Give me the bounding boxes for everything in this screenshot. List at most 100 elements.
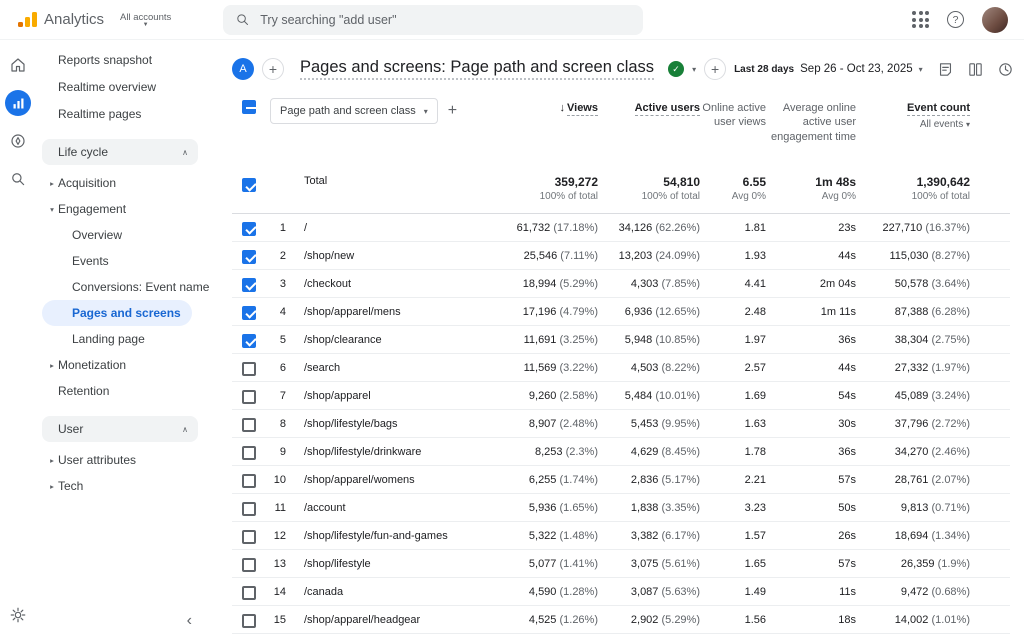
note-icon[interactable] bbox=[937, 61, 954, 78]
row-index: 5 bbox=[266, 334, 292, 346]
event-count-cell: 227,710 (16.37%) bbox=[856, 222, 970, 234]
dimension-selector[interactable]: Page path and screen class ▾ bbox=[270, 98, 438, 124]
icon-rail bbox=[0, 40, 36, 640]
views-cell: 11,691 (3.25%) bbox=[492, 334, 598, 346]
advertising-icon[interactable] bbox=[5, 166, 31, 192]
sidebar-item-acquisition[interactable]: ▸Acquisition bbox=[36, 170, 204, 196]
col-header-event-count[interactable]: Event count All events ▾ bbox=[907, 98, 970, 131]
active-users-cell: 4,629 (8.45%) bbox=[598, 446, 700, 458]
sidebar-item-conversions-event-name[interactable]: Conversions: Event name bbox=[36, 274, 204, 300]
active-users-cell: 6,936 (12.65%) bbox=[598, 306, 700, 318]
explore-icon[interactable] bbox=[5, 128, 31, 154]
row-checkbox[interactable] bbox=[242, 362, 256, 376]
all-users-comparison-chip[interactable]: A bbox=[232, 58, 254, 80]
sidebar-item-pages-and-screens[interactable]: Pages and screens bbox=[42, 300, 192, 326]
row-index: 11 bbox=[266, 502, 292, 514]
sidebar-item-overview[interactable]: Overview bbox=[36, 222, 204, 248]
nav-section-user[interactable]: User∧ bbox=[42, 416, 198, 442]
event-count-cell: 18,694 (1.34%) bbox=[856, 530, 970, 542]
row-checkbox[interactable] bbox=[242, 306, 256, 320]
add-chart-button[interactable]: + bbox=[704, 58, 726, 80]
online-views-cell: 1.93 bbox=[700, 250, 766, 262]
row-checkbox[interactable] bbox=[242, 278, 256, 292]
active-users-cell: 34,126 (62.26%) bbox=[598, 222, 700, 234]
sidebar-item-realtime-pages[interactable]: Realtime pages bbox=[36, 100, 204, 127]
help-icon[interactable]: ? bbox=[947, 11, 964, 28]
row-checkbox[interactable] bbox=[242, 418, 256, 432]
row-checkbox[interactable] bbox=[242, 558, 256, 572]
row-checkbox[interactable] bbox=[242, 614, 256, 628]
row-checkbox[interactable] bbox=[242, 586, 256, 600]
saved-check-icon: ✓ bbox=[668, 61, 684, 77]
report-title[interactable]: Pages and screens: Page path and screen … bbox=[300, 58, 654, 80]
online-views-cell: 2.57 bbox=[700, 362, 766, 374]
compare-icon[interactable] bbox=[967, 61, 984, 78]
table-row: 9/shop/lifestyle/drinkware8,253 (2.3%)4,… bbox=[232, 438, 1010, 466]
sidebar-item-tech[interactable]: ▸Tech bbox=[36, 473, 204, 499]
chevron-right-icon: ▸ bbox=[46, 179, 58, 188]
total-row-checkbox[interactable] bbox=[242, 178, 256, 192]
row-checkbox[interactable] bbox=[242, 222, 256, 236]
online-views-cell: 1.97 bbox=[700, 334, 766, 346]
row-checkbox[interactable] bbox=[242, 446, 256, 460]
home-icon[interactable] bbox=[5, 52, 31, 78]
row-index: 13 bbox=[266, 558, 292, 570]
row-checkbox[interactable] bbox=[242, 250, 256, 264]
admin-gear-icon[interactable] bbox=[5, 602, 31, 628]
reports-icon[interactable] bbox=[5, 90, 31, 116]
col-header-avg-engagement-time[interactable]: Average online active user engagement ti… bbox=[766, 98, 856, 144]
row-checkbox[interactable] bbox=[242, 334, 256, 348]
date-range-picker[interactable]: Last 28 days Sep 26 - Oct 23, 2025 ▾ bbox=[734, 63, 923, 75]
reports-sidenav: Reports snapshotRealtime overviewRealtim… bbox=[36, 40, 204, 640]
row-checkbox[interactable] bbox=[242, 502, 256, 516]
sidebar-item-retention[interactable]: Retention bbox=[36, 378, 204, 404]
sidebar-item-monetization[interactable]: ▸Monetization bbox=[36, 352, 204, 378]
page-path-cell: / bbox=[292, 222, 492, 234]
nav-section-life-cycle[interactable]: Life cycle∧ bbox=[42, 139, 198, 165]
engagement-time-cell: 54s bbox=[766, 390, 856, 402]
online-views-cell: 1.56 bbox=[700, 614, 766, 626]
row-index: 9 bbox=[266, 446, 292, 458]
engagement-time-cell: 18s bbox=[766, 614, 856, 626]
col-header-online-active-user-views[interactable]: Online active user views bbox=[700, 98, 766, 130]
active-users-cell: 1,838 (3.35%) bbox=[598, 502, 700, 514]
chevron-right-icon: ▸ bbox=[46, 361, 58, 370]
table-row: 3/checkout18,994 (5.29%)4,303 (7.85%)4.4… bbox=[232, 270, 1010, 298]
sidebar-item-engagement[interactable]: ▾Engagement bbox=[36, 196, 204, 222]
row-checkbox[interactable] bbox=[242, 530, 256, 544]
col-header-views[interactable]: ↓Views bbox=[560, 98, 599, 115]
sidebar-item-user-attributes[interactable]: ▸User attributes bbox=[36, 447, 204, 473]
clock-icon[interactable] bbox=[997, 61, 1014, 78]
active-users-cell: 3,087 (5.63%) bbox=[598, 586, 700, 598]
sidebar-item-reports-snapshot[interactable]: Reports snapshot bbox=[36, 46, 204, 73]
row-index: 6 bbox=[266, 362, 292, 374]
page-path-cell: /shop/apparel/womens bbox=[292, 474, 492, 486]
add-comparison-button[interactable]: + bbox=[262, 58, 284, 80]
row-index: 7 bbox=[266, 390, 292, 402]
event-count-cell: 9,813 (0.71%) bbox=[856, 502, 970, 514]
title-chevron-down-icon[interactable]: ▾ bbox=[692, 65, 696, 74]
total-views-cell: 359,272100% of total bbox=[492, 175, 598, 202]
row-checkbox[interactable] bbox=[242, 390, 256, 404]
row-index: 15 bbox=[266, 614, 292, 626]
sidebar-item-events[interactable]: Events bbox=[36, 248, 204, 274]
add-dimension-button[interactable]: + bbox=[448, 102, 457, 120]
select-all-checkbox[interactable] bbox=[242, 100, 256, 114]
search-input[interactable]: Try searching "add user" bbox=[223, 5, 643, 35]
event-type-selector[interactable]: All events ▾ bbox=[907, 118, 970, 131]
table-row: 5/shop/clearance11,691 (3.25%)5,948 (10.… bbox=[232, 326, 1010, 354]
sidebar-item-landing-page[interactable]: Landing page bbox=[36, 326, 204, 352]
sidebar-item-realtime-overview[interactable]: Realtime overview bbox=[36, 73, 204, 100]
row-checkbox[interactable] bbox=[242, 474, 256, 488]
table-row: 1/61,732 (17.18%)34,126 (62.26%)1.8123s2… bbox=[232, 214, 1010, 242]
engagement-time-cell: 30s bbox=[766, 418, 856, 430]
engagement-time-cell: 50s bbox=[766, 502, 856, 514]
apps-grid-icon[interactable] bbox=[912, 11, 929, 28]
chevron-right-icon: ▸ bbox=[46, 482, 58, 491]
col-header-active-users[interactable]: Active users bbox=[635, 98, 700, 115]
collapse-nav-button[interactable]: ‹ bbox=[187, 612, 192, 630]
engagement-time-cell: 36s bbox=[766, 334, 856, 346]
user-avatar[interactable] bbox=[982, 7, 1008, 33]
account-switcher[interactable]: All accounts ▼ bbox=[120, 12, 171, 28]
table-row: 14/canada4,590 (1.28%)3,087 (5.63%)1.491… bbox=[232, 578, 1010, 606]
